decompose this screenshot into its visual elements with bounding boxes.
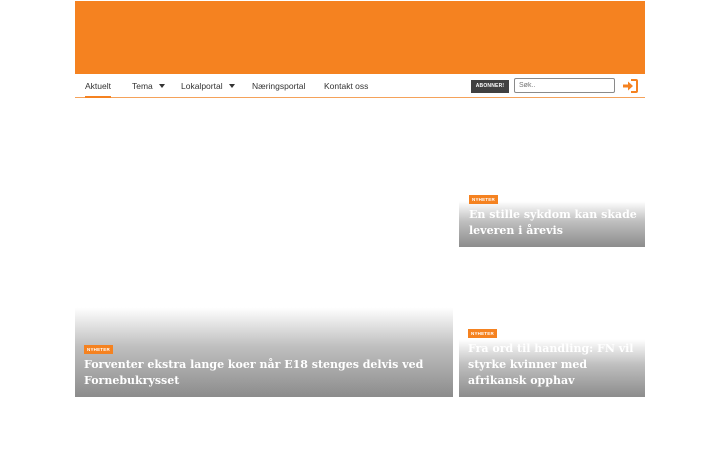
article-card-e18[interactable]: NYHETER Forventer ekstra lange koer når …	[75, 285, 453, 397]
subscribe-button[interactable]: ABONNER!	[471, 80, 509, 93]
article-card-liver[interactable]: NYHETER En stille sykdom kan skade lever…	[459, 190, 645, 247]
nav-item-tema[interactable]: Tema	[132, 74, 165, 97]
nav-item-label: Lokalportal	[181, 81, 223, 91]
sign-in-icon[interactable]	[622, 79, 638, 93]
article-headline[interactable]: En stille sykdom kan skade leveren i åre…	[469, 207, 641, 239]
top-banner	[75, 1, 645, 74]
nav-item-kontakt-oss[interactable]: Kontakt oss	[324, 74, 368, 97]
article-card-fn[interactable]: NYHETER Fra ord til handling: FN vil sty…	[459, 325, 645, 397]
nav-item-aktuelt[interactable]: Aktuelt	[85, 74, 111, 98]
article-headline[interactable]: Forventer ekstra lange koer når E18 sten…	[84, 357, 444, 389]
nav-item-naeringsportal[interactable]: Næringsportal	[252, 74, 305, 97]
category-tag[interactable]: NYHETER	[469, 195, 498, 204]
article-headline[interactable]: Fra ord til handling: FN vil styrke kvin…	[468, 341, 640, 389]
nav-item-lokalportal[interactable]: Lokalportal	[181, 74, 235, 97]
caret-down-icon	[228, 84, 235, 88]
caret-down-icon	[158, 84, 165, 88]
category-tag[interactable]: NYHETER	[468, 329, 497, 338]
search-input[interactable]	[514, 78, 615, 93]
category-tag[interactable]: NYHETER	[84, 345, 113, 354]
nav-item-label: Tema	[132, 81, 153, 91]
